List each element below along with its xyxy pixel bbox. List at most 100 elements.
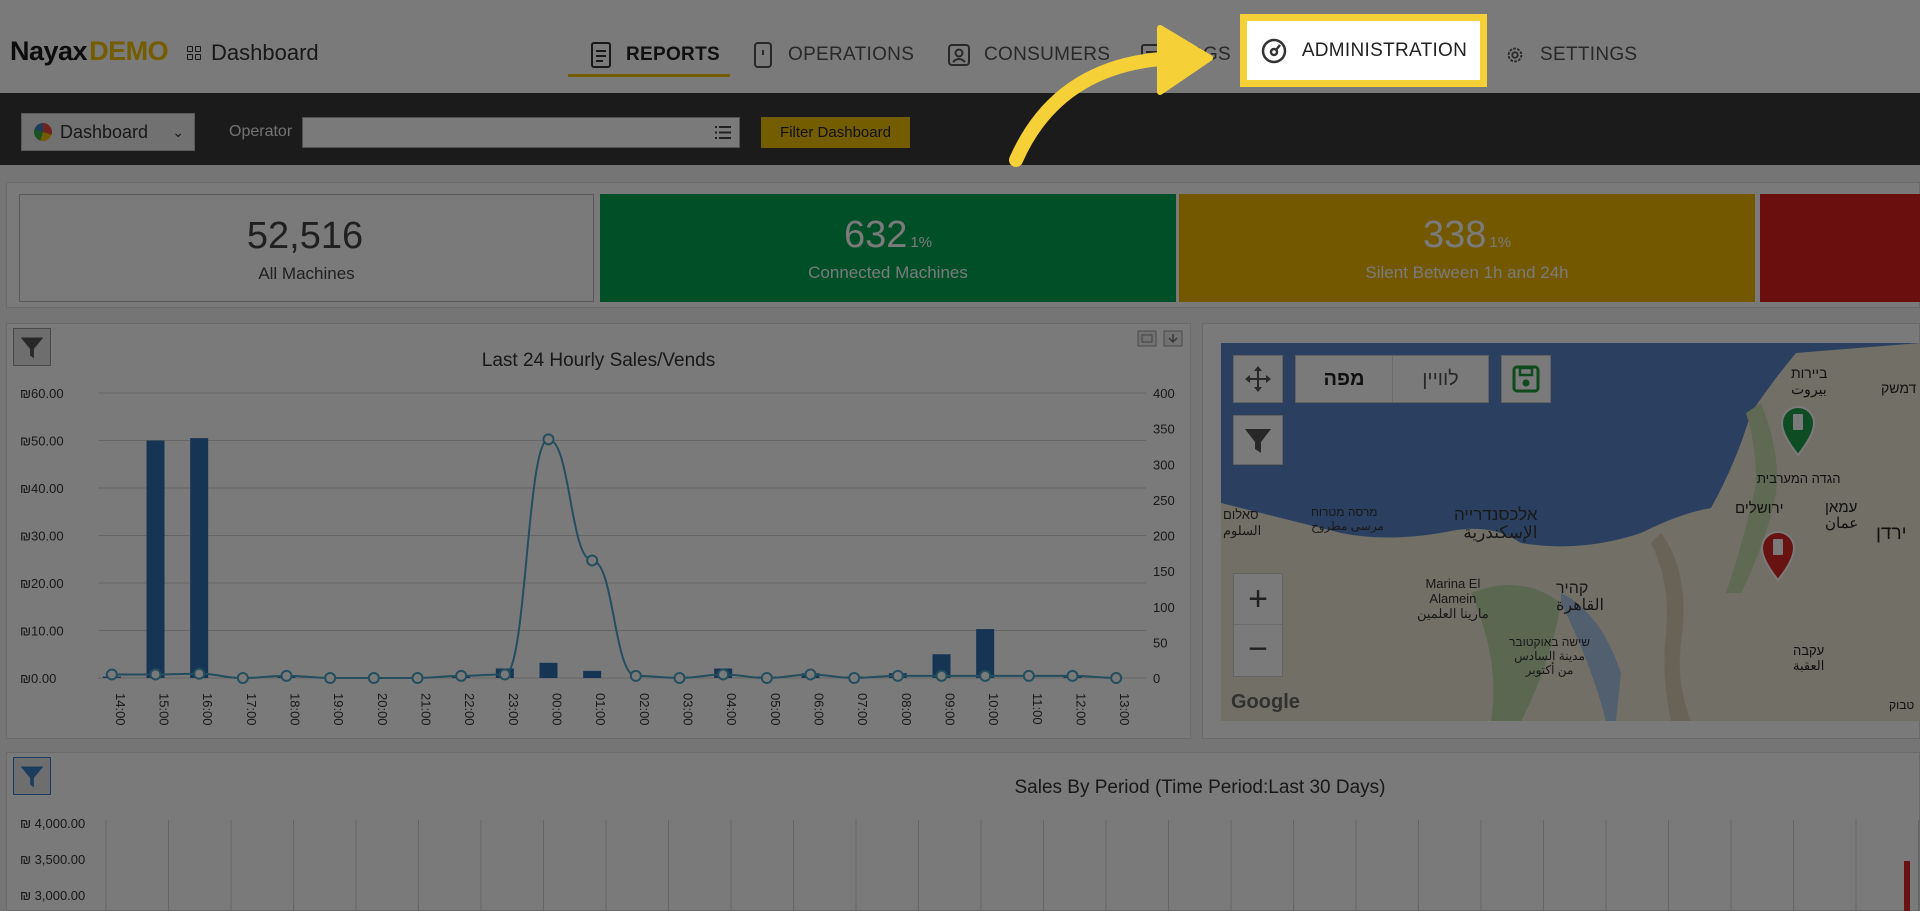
dashboard-select[interactable]: Dashboard ⌄ — [21, 113, 195, 151]
vends-point — [280, 669, 293, 682]
pan-control-button[interactable] — [1233, 355, 1283, 403]
list-icon[interactable] — [715, 126, 731, 139]
map-filter-button[interactable] — [1233, 415, 1283, 465]
map-label-el-alamein: Marina El Alamein مارينا العلمين — [1417, 576, 1489, 621]
map-tab-map[interactable]: מפה — [1296, 356, 1392, 402]
bar — [583, 670, 602, 678]
vends-point — [717, 668, 730, 681]
nav-consumers[interactable]: CONSUMERS — [948, 35, 1110, 75]
x-tick-label: 09:00 — [943, 693, 958, 726]
kpi-silent-machines[interactable]: 338 1% Silent Between 1h and 24h — [1179, 194, 1755, 302]
move-arrows-icon — [1245, 366, 1271, 392]
kpi-percent: 1% — [1489, 234, 1512, 251]
nayax-logo[interactable]: NayaxDEMO — [10, 36, 169, 67]
x-tick-label: 04:00 — [724, 693, 739, 726]
nav-consumers-label: CONSUMERS — [984, 44, 1111, 65]
map-label-alexandria: אלכסנדרייה الإسكندرية — [1454, 505, 1538, 542]
filter-dashboard-button[interactable]: Filter Dashboard — [761, 117, 910, 148]
zoom-controls: + − — [1233, 573, 1283, 677]
x-tick-label: 01:00 — [593, 693, 608, 726]
save-map-button[interactable] — [1501, 355, 1551, 403]
vends-point — [891, 669, 904, 682]
zoom-out-button[interactable]: − — [1234, 625, 1282, 676]
sales-period-title: Sales By Period (Time Period:Last 30 Day… — [1014, 777, 1386, 798]
gear-icon — [1507, 47, 1523, 63]
active-tab-indicator — [568, 74, 730, 77]
y-tick-label: ₪40.00 — [20, 481, 64, 496]
breadcrumb-label: Dashboard — [211, 40, 319, 65]
y-tick-label: ₪10.00 — [20, 624, 64, 639]
vends-point — [498, 668, 511, 681]
x-tick-label: 19:00 — [331, 693, 346, 726]
map-tab-satellite[interactable]: לוויין — [1392, 356, 1488, 402]
x-tick-label: 22:00 — [462, 693, 477, 726]
bar — [1904, 861, 1910, 911]
report-icon — [591, 42, 611, 68]
vends-point — [149, 668, 162, 681]
vends-point — [367, 672, 380, 684]
logo-demo: DEMO — [89, 36, 169, 66]
y-tick-label: ₪0.00 — [20, 671, 56, 686]
x-tick-label: 20:00 — [375, 693, 390, 726]
kpi-offline-machines[interactable] — [1760, 194, 1920, 302]
download-icon[interactable] — [1163, 330, 1183, 347]
nav-operations-label: OPERATIONS — [788, 44, 915, 65]
vends-point — [629, 669, 642, 682]
y-tick-label: ₪ 3,000.00 — [20, 888, 85, 903]
y-tick-label: ₪30.00 — [20, 529, 64, 544]
expand-icon[interactable] — [1137, 330, 1157, 347]
x-tick-label: 15:00 — [157, 693, 172, 726]
map-label-cairo: קהיר القاهرة — [1556, 580, 1604, 614]
vends-point — [236, 672, 249, 684]
y-tick-label: ₪50.00 — [20, 434, 64, 449]
nav-logs[interactable]: LOGS — [1141, 35, 1231, 75]
x-tick-label: 03:00 — [681, 693, 696, 726]
nav-settings[interactable]: SETTINGS — [1504, 35, 1637, 75]
nav-administration[interactable]: ADMINISTRATION — [1240, 14, 1487, 87]
chevron-down-icon: ⌄ — [172, 124, 184, 140]
x-tick-label: 02:00 — [637, 693, 652, 726]
y2-tick-label: 300 — [1153, 457, 1175, 472]
operator-label: Operator — [229, 123, 293, 140]
bar — [146, 440, 165, 678]
x-tick-label: 16:00 — [200, 693, 215, 726]
map-pin-green-icon[interactable] — [1776, 405, 1820, 457]
filter-funnel-icon — [1245, 429, 1271, 453]
chart-toolbar — [1137, 330, 1183, 347]
filter-bar: Dashboard ⌄ Operator Filter Dashboard — [0, 93, 1920, 165]
map-label-tabuk: טבוק — [1889, 698, 1915, 712]
x-tick-label: 06:00 — [812, 693, 827, 726]
x-tick-label: 10:00 — [986, 693, 1001, 726]
vends-point — [455, 669, 468, 682]
machines-map[interactable]: מפה לוויין + − אלכסנדרייה الإسكندرية מרסה… — [1221, 343, 1920, 721]
breadcrumb[interactable]: Dashboard — [187, 40, 319, 66]
kpi-percent: 1% — [910, 234, 933, 251]
nav-logs-label: LOGS — [1177, 44, 1231, 65]
filter-funnel-icon[interactable] — [13, 757, 51, 795]
x-tick-label: 00:00 — [550, 693, 565, 726]
map-label-west-bank: הגדה המערבית — [1757, 471, 1841, 486]
map-type-toggle: מפה לוויין — [1295, 355, 1489, 403]
nav-operations[interactable]: OPERATIONS — [752, 35, 914, 75]
vends-point — [1066, 669, 1079, 682]
map-label-aqaba: עקבה العقبة — [1793, 643, 1825, 673]
vends-point — [673, 672, 686, 684]
nav-reports[interactable]: REPORTS — [590, 35, 720, 75]
sales-by-period-chart: ₪ 4,000.00 ₪ 3,500.00 ₪ 3,000.00 — [20, 816, 1919, 911]
x-tick-label: 07:00 — [855, 693, 870, 726]
map-pin-red-icon[interactable] — [1756, 530, 1800, 582]
dashboard-select-value: Dashboard — [60, 121, 149, 142]
operator-input[interactable] — [302, 117, 740, 148]
y-tick-label: ₪20.00 — [20, 576, 64, 591]
vends-point — [979, 669, 992, 682]
zoom-in-button[interactable]: + — [1234, 574, 1282, 625]
google-attribution: Google — [1231, 691, 1300, 713]
vends-point — [324, 672, 337, 684]
x-tick-label: 21:00 — [419, 693, 434, 726]
kpi-connected-machines[interactable]: 632 1% Connected Machines — [600, 194, 1176, 302]
kpi-value: 52,516 — [246, 215, 364, 257]
y2-tick-label: 50 — [1153, 635, 1167, 650]
nav-reports-label: REPORTS — [626, 44, 720, 65]
kpi-all-machines[interactable]: 52,516 All Machines — [19, 194, 594, 302]
consumer-icon — [948, 44, 970, 66]
